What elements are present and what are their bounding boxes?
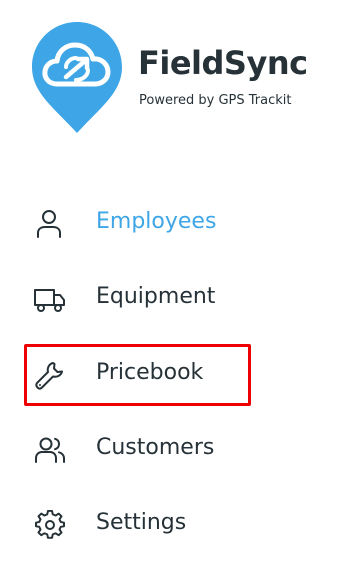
nav-item-label: Employees — [96, 209, 217, 234]
nav-item-settings[interactable]: Settings — [0, 497, 360, 553]
user-icon — [37, 210, 61, 238]
nav-item-employees[interactable]: Employees — [0, 196, 360, 252]
gear-icon — [35, 510, 65, 539]
nav-item-label: Equipment — [96, 284, 216, 309]
navigation-drawer: FieldSync Powered by GPS Trackit Employe… — [0, 0, 360, 581]
users-icon — [35, 437, 65, 463]
nav-item-customers[interactable]: Customers — [0, 422, 360, 478]
brand-logo[interactable]: FieldSync Powered by GPS Trackit — [30, 20, 330, 135]
brand-name: FieldSync — [138, 44, 308, 82]
cloud-sync-pin-icon — [32, 22, 122, 133]
truck-icon — [34, 289, 65, 312]
brand-tagline: Powered by GPS Trackit — [139, 93, 292, 108]
nav-item-label: Customers — [96, 435, 215, 460]
nav-item-equipment[interactable]: Equipment — [0, 271, 360, 327]
nav-item-label: Settings — [96, 510, 187, 535]
highlight-annotation — [24, 344, 251, 406]
